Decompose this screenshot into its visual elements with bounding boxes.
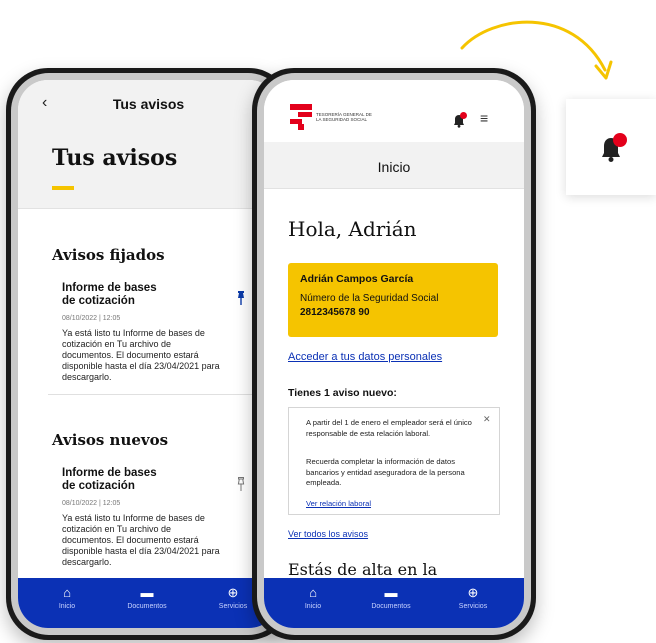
ssn-label: Número de la Seguridad Social xyxy=(300,293,439,304)
globe-icon: ⊕ xyxy=(467,585,479,600)
page-title: Inicio xyxy=(377,159,411,175)
pin-icon[interactable] xyxy=(236,291,246,305)
notice-title: Informe de bases de cotización xyxy=(62,282,157,307)
new-notice-heading: Tienes 1 aviso nuevo: xyxy=(288,387,397,399)
bottom-nav: ⌂ Inicio ▬ Documentos ⊕ Servicios xyxy=(18,578,279,628)
notice-date: 08/10/2022 | 12:05 xyxy=(62,500,121,507)
notice-card: ✕ A partir del 1 de enero el empleador s… xyxy=(288,407,500,515)
nav-item-inicio[interactable]: ⌂ Inicio xyxy=(278,585,348,611)
home-icon: ⌂ xyxy=(309,585,317,600)
notice-text-1: A partir del 1 de enero el empleador ser… xyxy=(306,418,472,438)
greeting: Hola, Adrián xyxy=(288,217,417,241)
nav-item-servicios[interactable]: ⊕ Servicios xyxy=(438,585,508,611)
pinned-section-title: Avisos fijados xyxy=(52,246,165,264)
notice-body: Ya está listo tu Informe de bases de cot… xyxy=(62,328,220,382)
view-all-notices-link[interactable]: Ver todos los avisos xyxy=(288,529,368,539)
notice-title: Informe de bases de cotización xyxy=(62,467,157,492)
inicio-screen: TESORERÍA GENERAL DE LA SEGURIDAD SOCIAL… xyxy=(264,80,524,628)
logo-text: TESORERÍA GENERAL DE LA SEGURIDAD SOCIAL xyxy=(316,112,372,122)
app-header: TESORERÍA GENERAL DE LA SEGURIDAD SOCIAL… xyxy=(264,80,524,143)
close-icon[interactable]: ✕ xyxy=(483,414,491,425)
notification-zoom-card xyxy=(566,99,656,195)
user-name: Adrián Campos García xyxy=(300,273,414,285)
notice-text-2: Recuerda completar la información de dat… xyxy=(306,457,465,487)
bell-icon[interactable] xyxy=(452,112,468,128)
new-section-title: Avisos nuevos xyxy=(52,431,169,449)
user-card: Adrián Campos García Número de la Seguri… xyxy=(288,263,498,337)
nav-item-inicio[interactable]: ⌂ Inicio xyxy=(32,585,102,611)
topbar-title: Tus avisos xyxy=(112,96,185,112)
nav-item-documentos[interactable]: ▬ Documentos xyxy=(356,585,426,611)
bottom-nav: ⌂ Inicio ▬ Documentos ⊕ Servicios xyxy=(264,578,524,628)
menu-icon[interactable]: ≡ xyxy=(480,111,488,125)
title-accent xyxy=(52,186,74,190)
view-relation-link[interactable]: Ver relación laboral xyxy=(306,499,371,508)
home-icon: ⌂ xyxy=(63,585,71,600)
avisos-screen: ‹ Tus avisos Tus avisos Avisos fijados I… xyxy=(18,80,279,628)
phone-inicio: TESORERÍA GENERAL DE LA SEGURIDAD SOCIAL… xyxy=(252,68,536,640)
divider xyxy=(48,394,279,395)
page-title: Tus avisos xyxy=(52,145,178,171)
ssn-number: 2812345678 90 xyxy=(300,307,370,318)
nav-item-documentos[interactable]: ▬ Documentos xyxy=(112,585,182,611)
notice-body: Ya está listo tu Informe de bases de cot… xyxy=(62,513,220,567)
section-heading: Estás de alta en la xyxy=(288,560,438,579)
top-bar: ‹ Tus avisos xyxy=(18,80,279,124)
phone-avisos: ‹ Tus avisos Tus avisos Avisos fijados I… xyxy=(6,68,291,640)
bell-icon xyxy=(602,133,627,162)
tgss-logo xyxy=(290,104,312,130)
notice-date: 08/10/2022 | 12:05 xyxy=(62,315,121,322)
personal-data-link[interactable]: Acceder a tus datos personales xyxy=(288,351,442,363)
folder-icon: ▬ xyxy=(384,585,398,600)
folder-icon: ▬ xyxy=(140,585,154,600)
pin-outline-icon[interactable] xyxy=(236,477,246,491)
